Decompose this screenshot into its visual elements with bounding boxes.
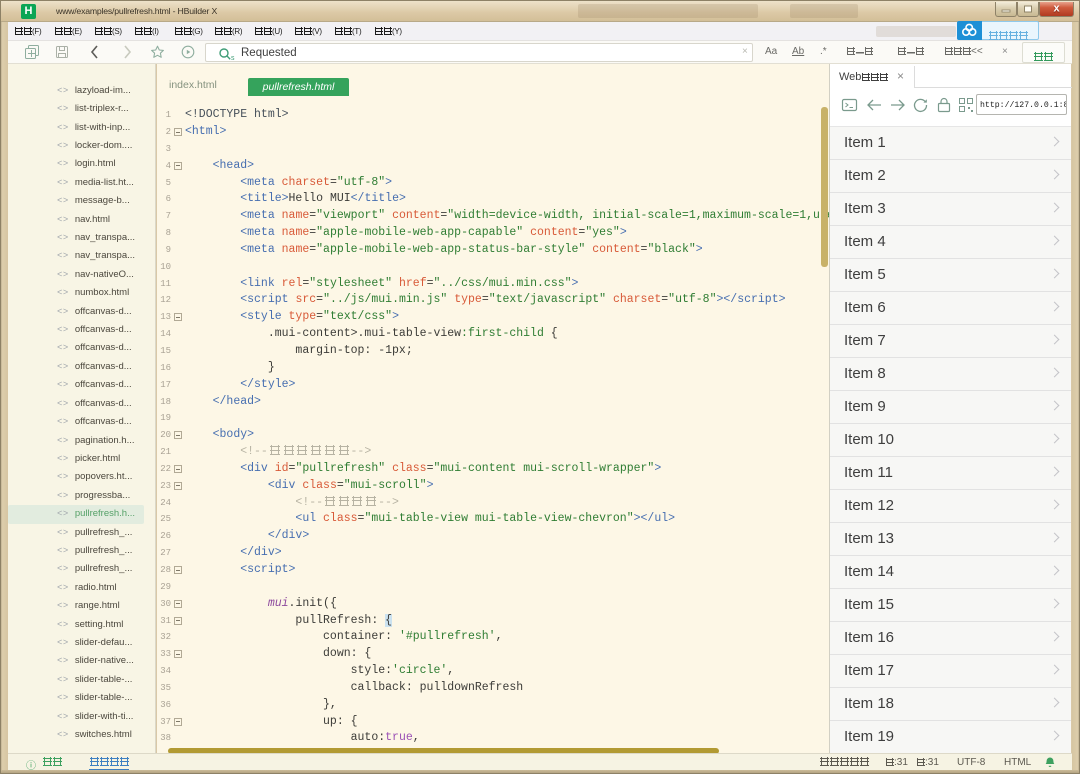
svg-text:s: s xyxy=(231,55,235,61)
